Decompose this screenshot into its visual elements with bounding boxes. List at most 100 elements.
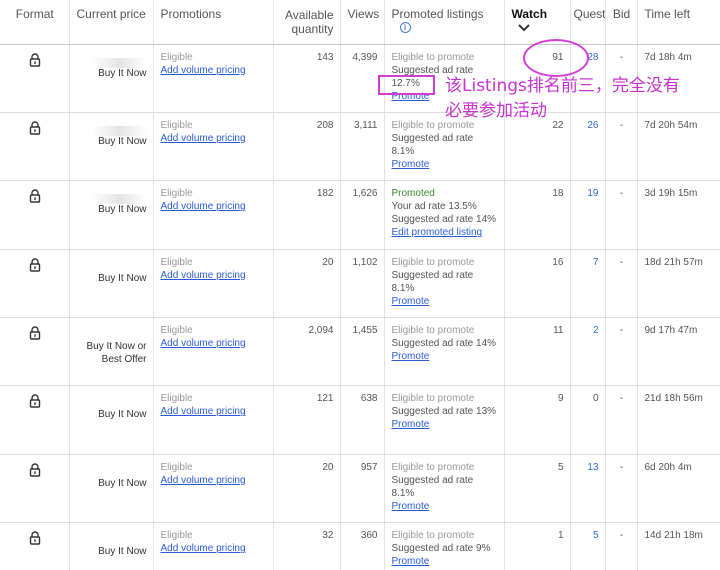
questions-count[interactable]: 2 [593, 325, 599, 336]
table-header-row: Format Current price Promotions Availabl… [0, 0, 720, 45]
promoted-listings-cell: Promoted Your ad rate 13.5% Suggested ad r… [384, 180, 505, 250]
lock-icon [29, 189, 40, 203]
price-label: Buy It Now [98, 135, 147, 147]
format-cell [0, 180, 70, 250]
column-watch[interactable]: Watch [504, 0, 571, 45]
ad-rate: Suggested ad rate 9% [391, 543, 491, 555]
promoted-status: Eligible to promote [391, 256, 475, 268]
quantity-cell: 2,094 [273, 317, 341, 387]
bid-cell: - [605, 522, 638, 570]
price-cell: Buy It Now [69, 454, 154, 524]
table-row[interactable]: Buy It Now Eligible Add volume pricing 20 1,… [0, 249, 720, 319]
questions-count[interactable]: 7 [593, 257, 599, 268]
promote-link[interactable]: Promote [392, 418, 498, 431]
column-current-price[interactable]: Current price [69, 0, 154, 45]
questions-cell: 7 [570, 249, 606, 319]
add-volume-pricing-link[interactable]: Add volume pricing [161, 269, 267, 282]
time-left-value: 9d 17h 47m [644, 325, 698, 337]
views-value: 1,626 [352, 188, 378, 200]
table-row[interactable]: Buy It Now Eligible Add volume pricing 20 95… [0, 454, 720, 524]
format-cell [0, 44, 70, 113]
price-label: Buy It Now or Best Offer [86, 341, 147, 366]
column-time-left[interactable]: Time left [637, 0, 720, 45]
table-row[interactable]: Buy It Now Eligible Add volume pricing 182 1… [0, 180, 720, 250]
column-questions[interactable]: Question [570, 0, 606, 45]
promotions-cell: Eligible Add volume pricing [153, 454, 274, 524]
time-left-value: 14d 21h 18m [644, 530, 703, 542]
quantity-value: 208 [316, 119, 334, 131]
column-available-quantity[interactable]: Available quantity [273, 0, 341, 45]
questions-count[interactable]: 13 [587, 462, 598, 473]
promoted-status: Eligible to promote [391, 51, 475, 63]
time-left-cell: 14d 21h 18m [637, 522, 720, 570]
column-bid-label: Bid [612, 7, 631, 21]
format-cell [0, 249, 70, 319]
bid-cell: - [605, 454, 638, 524]
column-promoted-listings[interactable]: Promoted listingsi [384, 0, 505, 45]
quantity-cell: 20 [273, 454, 341, 524]
info-icon[interactable]: i [399, 22, 411, 34]
column-promoted-label: Promoted listings [391, 7, 484, 21]
promote-link[interactable]: Promote [392, 350, 498, 363]
price-label: Buy It Now [98, 204, 147, 216]
questions-cell: 2 [570, 317, 606, 387]
column-format[interactable]: Format [0, 0, 70, 45]
bid-cell: - [605, 249, 638, 319]
time-left-cell: 6d 20h 4m [637, 454, 720, 524]
views-cell: 957 [340, 454, 385, 524]
column-time-left-label: Time left [644, 7, 691, 21]
bid-value: - [619, 530, 624, 542]
promote-link[interactable]: Promote [392, 295, 498, 308]
time-left-cell: 9d 17h 47m [637, 317, 720, 387]
add-volume-pricing-link[interactable]: Add volume pricing [161, 405, 267, 418]
add-volume-pricing-link[interactable]: Add volume pricing [161, 337, 267, 350]
time-left-value: 21d 18h 56m [644, 393, 703, 405]
questions-count[interactable]: 28 [587, 52, 598, 63]
table-row[interactable]: Buy It Now or Best Offer Eligible Add volu… [0, 317, 720, 387]
column-bid[interactable]: Bid [605, 0, 638, 45]
promotion-status: Eligible [160, 461, 193, 473]
column-watch-label: Watch [511, 7, 548, 21]
watch-cell: 16 [504, 249, 571, 319]
lock-icon [29, 258, 40, 272]
price-cell: Buy It Now [69, 522, 154, 570]
quantity-cell: 208 [273, 112, 341, 182]
price-cell: Buy It Now [69, 249, 154, 319]
promote-link[interactable]: Promote [392, 500, 498, 513]
questions-cell: 13 [570, 454, 606, 524]
format-cell [0, 522, 70, 570]
ad-rate: Suggested ad rate 8.1% [391, 132, 474, 157]
column-price-label: Current price [76, 7, 146, 21]
promote-link[interactable]: Promote [392, 555, 498, 568]
add-volume-pricing-link[interactable]: Add volume pricing [161, 200, 267, 213]
column-views[interactable]: Views [340, 0, 385, 45]
price-label: Buy It Now [98, 409, 147, 421]
views-cell: 360 [340, 522, 385, 570]
questions-cell: 0 [570, 385, 606, 455]
promoted-listings-cell: Eligible to promote Suggested ad rate 13%… [384, 385, 505, 455]
table-row[interactable]: Buy It Now Eligible Add volume pricing 32 36… [0, 522, 720, 570]
questions-count[interactable]: 19 [587, 188, 598, 199]
views-cell: 3,111 [340, 112, 385, 182]
column-questions-label: Question [573, 7, 605, 21]
views-cell: 638 [340, 385, 385, 455]
promoted-status: Eligible to promote [391, 393, 475, 405]
lock-icon [29, 121, 40, 135]
add-volume-pricing-link[interactable]: Add volume pricing [161, 132, 267, 145]
questions-count[interactable]: 5 [593, 530, 599, 541]
promoted-status: Promoted [391, 188, 435, 200]
promotion-status: Eligible [160, 393, 193, 405]
promotion-status: Eligible [160, 325, 193, 337]
add-volume-pricing-link[interactable]: Add volume pricing [161, 64, 267, 77]
ad-rate: Your ad rate 13.5% [391, 201, 477, 213]
add-volume-pricing-link[interactable]: Add volume pricing [161, 542, 267, 555]
column-promotions[interactable]: Promotions [153, 0, 274, 45]
chevron-down-icon[interactable] [517, 24, 530, 32]
lock-icon [29, 394, 40, 409]
bid-cell: - [605, 180, 638, 250]
promote-link[interactable]: Promote [392, 158, 498, 171]
quantity-value: 2,094 [308, 325, 334, 337]
table-row[interactable]: Buy It Now Eligible Add volume pricing 121 6… [0, 385, 720, 455]
add-volume-pricing-link[interactable]: Add volume pricing [161, 474, 267, 487]
promote-link[interactable]: Edit promoted listing [392, 226, 498, 239]
